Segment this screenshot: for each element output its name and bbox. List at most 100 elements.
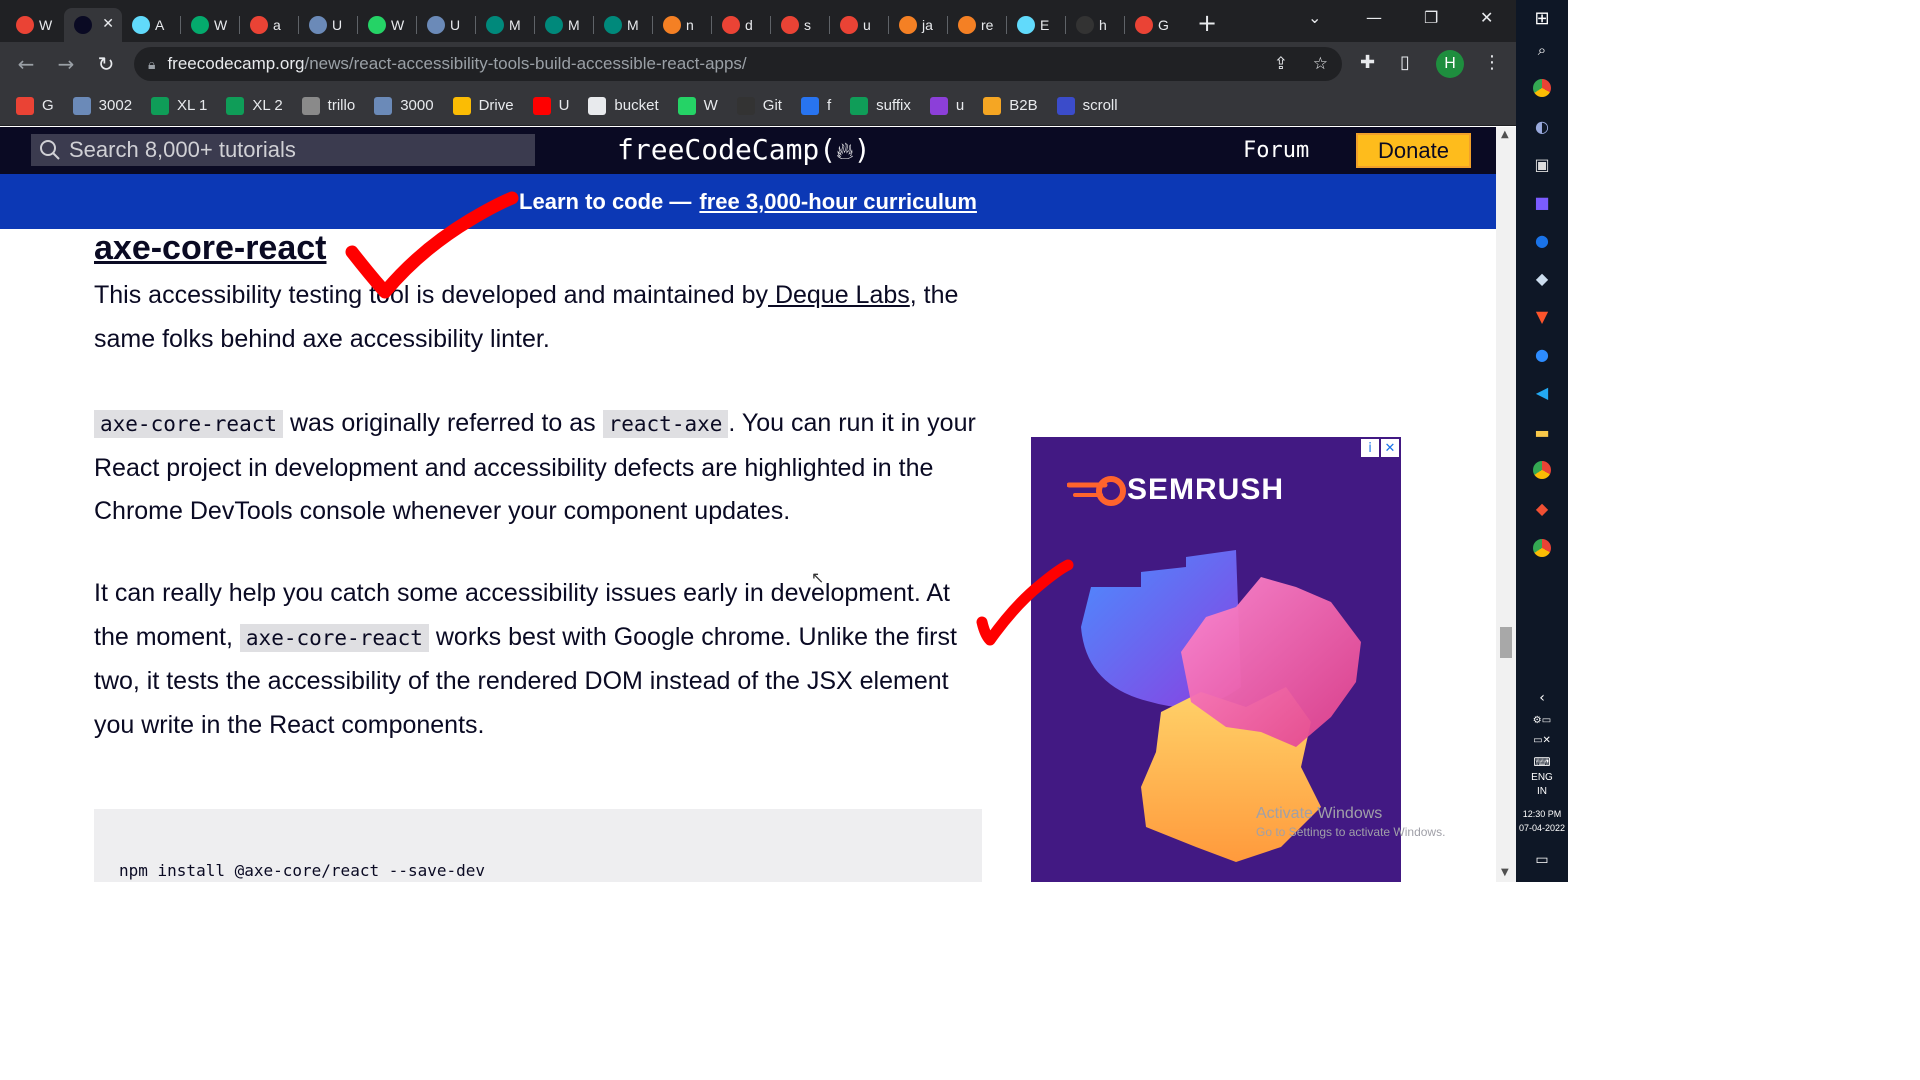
bookmark-item[interactable]: bucket bbox=[588, 96, 659, 115]
windows-taskbar: ⊞ ⌕ ◐ ▣ ■ ● ◆ ▼ ● ◀ ▬ ◆ ‹ ⚙▭ ▭✕ ⌨ ENG IN… bbox=[1516, 0, 1568, 882]
bookmark-item[interactable]: 3000 bbox=[374, 96, 434, 115]
browser-tab[interactable]: W bbox=[6, 8, 64, 42]
region-indicator[interactable]: IN bbox=[1516, 786, 1568, 797]
bookmark-item[interactable]: trillo bbox=[301, 96, 355, 115]
chevron-left-icon[interactable]: ‹ bbox=[1530, 686, 1554, 710]
bookmark-item[interactable]: Git bbox=[736, 96, 782, 115]
browser-menu-icon[interactable]: ⋮ bbox=[1483, 52, 1501, 73]
scroll-up-icon[interactable]: ▲ bbox=[1501, 129, 1509, 140]
notifications-icon[interactable]: ▭ bbox=[1530, 848, 1554, 872]
web-page: Search 8,000+ tutorials freeCodeCamp(🔥︎)… bbox=[0, 127, 1496, 882]
app-icon[interactable]: ■ bbox=[1530, 190, 1554, 214]
bookmarks-bar: G 3002 XL 1 XL 2 trillo 3000 Drive Ubucket W Git f… bbox=[0, 86, 1516, 126]
side-panel-icon[interactable]: ▯ bbox=[1400, 52, 1410, 73]
browser-tab[interactable]: re bbox=[948, 8, 1006, 42]
close-window-icon[interactable]: ✕ bbox=[1480, 8, 1493, 27]
logo-paren: ) bbox=[853, 133, 871, 166]
page-scrollbar[interactable]: ▲ ▼ bbox=[1496, 127, 1516, 882]
vscode-icon[interactable]: ◀ bbox=[1530, 380, 1554, 404]
address-bar[interactable]: 🔒︎ freecodecamp.org/news/react-accessibi… bbox=[134, 47, 1342, 81]
brave-icon[interactable]: ▼ bbox=[1530, 304, 1554, 328]
browser-tab[interactable]: ✕ bbox=[64, 8, 122, 42]
browser-tab[interactable]: h bbox=[1066, 8, 1124, 42]
scroll-down-icon[interactable]: ▼ bbox=[1501, 867, 1509, 878]
profile-avatar[interactable]: H bbox=[1436, 50, 1464, 78]
activate-windows-watermark: Activate Windows Go to Settings to activ… bbox=[1256, 805, 1445, 839]
bookmark-item[interactable]: G bbox=[16, 96, 54, 115]
new-tab-button[interactable]: + bbox=[1197, 9, 1217, 37]
react-icon bbox=[132, 16, 150, 34]
share-icon[interactable]: ⇪ bbox=[1274, 54, 1288, 74]
bookmark-item[interactable]: XL 2 bbox=[226, 96, 283, 115]
app-icon[interactable]: ◐ bbox=[1530, 114, 1554, 138]
browser-tab[interactable]: U bbox=[299, 8, 357, 42]
deque-labs-link[interactable]: Deque Labs bbox=[768, 281, 910, 309]
section-heading[interactable]: axe-core-react bbox=[94, 229, 326, 268]
curriculum-link[interactable]: free 3,000-hour curriculum bbox=[699, 189, 977, 215]
tab-title: s bbox=[804, 17, 811, 33]
scroll-thumb[interactable] bbox=[1500, 627, 1512, 658]
donate-button[interactable]: Donate bbox=[1356, 133, 1471, 168]
windows-start-icon[interactable]: ⊞ bbox=[1530, 6, 1554, 30]
browser-tab[interactable]: a bbox=[240, 8, 298, 42]
maps-icon[interactable]: ● bbox=[1530, 228, 1554, 252]
browser-tab[interactable]: M bbox=[594, 8, 652, 42]
chrome-icon[interactable] bbox=[1530, 536, 1554, 560]
search-input[interactable]: Search 8,000+ tutorials bbox=[31, 134, 535, 166]
browser-tab[interactable]: u bbox=[830, 8, 888, 42]
bookmark-item[interactable]: suffix bbox=[850, 96, 911, 115]
back-button[interactable]: ← bbox=[6, 52, 46, 76]
file-explorer-icon[interactable]: ▬ bbox=[1530, 420, 1554, 444]
photos-icon[interactable]: ▣ bbox=[1530, 152, 1554, 176]
chrome-icon[interactable] bbox=[1530, 76, 1554, 100]
browser-tab[interactable]: M bbox=[535, 8, 593, 42]
freecodecamp-logo[interactable]: freeCodeCamp(🔥︎) bbox=[617, 133, 871, 166]
browser-tab[interactable]: n bbox=[653, 8, 711, 42]
chrome-icon[interactable] bbox=[1530, 458, 1554, 482]
browser-tab[interactable]: d bbox=[712, 8, 770, 42]
git-icon[interactable]: ◆ bbox=[1530, 496, 1554, 520]
clock-date[interactable]: 07-04-2022 bbox=[1516, 823, 1568, 833]
bookmark-item[interactable]: U bbox=[532, 96, 569, 115]
extensions-icon[interactable]: ✚ bbox=[1360, 52, 1375, 73]
browser-tab[interactable]: W bbox=[181, 8, 239, 42]
reload-button[interactable]: ↻ bbox=[86, 52, 126, 76]
browser-tab[interactable]: G bbox=[1125, 8, 1183, 42]
tab-title: u bbox=[863, 17, 871, 33]
bookmark-item[interactable]: f bbox=[800, 96, 831, 115]
browser-tab[interactable]: M bbox=[476, 8, 534, 42]
search-icon[interactable]: ⌕ bbox=[1530, 38, 1554, 62]
bookmark-label: u bbox=[955, 97, 965, 114]
close-tab-icon[interactable]: ✕ bbox=[102, 15, 114, 32]
volume-icon[interactable]: ▭✕ bbox=[1530, 728, 1554, 752]
clock-time[interactable]: 12:30 PM bbox=[1516, 809, 1568, 819]
bookmark-item[interactable]: u bbox=[929, 96, 965, 115]
browser-tab[interactable]: E bbox=[1007, 8, 1065, 42]
zoom-icon[interactable]: ● bbox=[1530, 342, 1554, 366]
bookmark-item[interactable]: W bbox=[677, 96, 718, 115]
minimize-icon[interactable]: — bbox=[1366, 8, 1382, 27]
app-icon[interactable]: ◆ bbox=[1530, 266, 1554, 290]
browser-tab[interactable]: s bbox=[771, 8, 829, 42]
keyboard-icon[interactable]: ⌨ bbox=[1530, 750, 1554, 774]
bookmark-label: XL 2 bbox=[252, 97, 283, 114]
forum-link[interactable]: Forum bbox=[1243, 138, 1309, 163]
browser-tab[interactable]: W bbox=[358, 8, 416, 42]
bookmark-item[interactable]: XL 1 bbox=[151, 96, 207, 115]
forward-button[interactable]: → bbox=[46, 52, 86, 76]
tab-title: n bbox=[686, 17, 694, 33]
browser-tab[interactable]: U bbox=[417, 8, 475, 42]
search-icon bbox=[40, 140, 60, 160]
browser-tab[interactable]: ja bbox=[889, 8, 947, 42]
bookmark-item[interactable]: scroll bbox=[1056, 96, 1118, 115]
bookmark-item[interactable]: 3002 bbox=[72, 96, 132, 115]
bookmark-item[interactable]: Drive bbox=[452, 96, 514, 115]
paragraph-1: This accessibility testing tool is devel… bbox=[94, 274, 984, 361]
tab-search-icon[interactable]: ⌄ bbox=[1308, 8, 1321, 27]
bookmark-item[interactable]: B2B bbox=[983, 96, 1038, 115]
browser-tab[interactable]: A bbox=[122, 8, 180, 42]
bookmark-star-icon[interactable]: ☆ bbox=[1313, 54, 1328, 74]
restore-icon[interactable]: ❐ bbox=[1424, 8, 1438, 27]
language-indicator[interactable]: ENG bbox=[1516, 772, 1568, 783]
p2-text: was originally referred to as bbox=[283, 409, 603, 437]
